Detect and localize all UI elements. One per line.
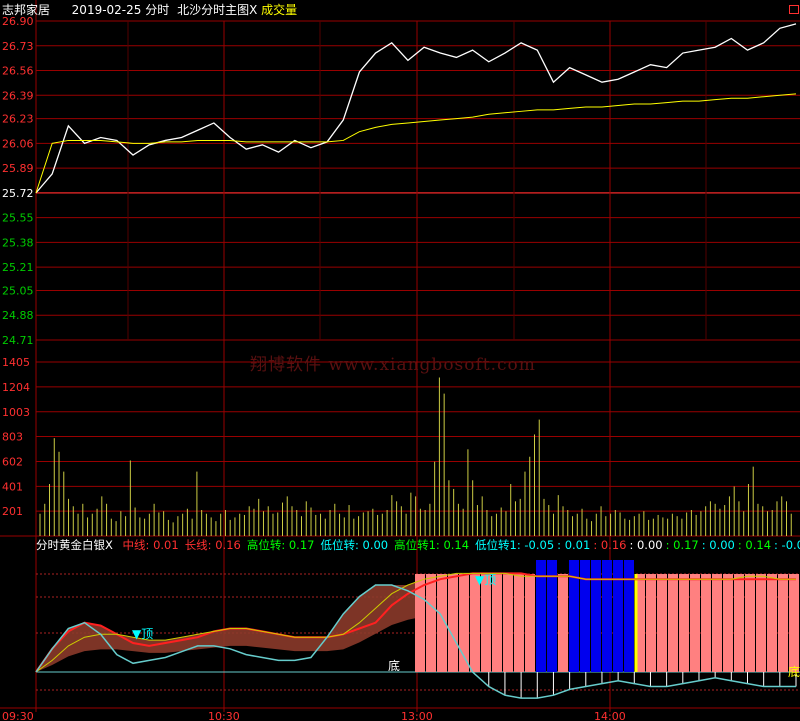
indicator-value-4: 高位转1: 0.14 [394, 538, 470, 552]
price-tick-label: 25.72 [2, 187, 34, 200]
chart-stage: 26.90 26.73 26.56 26.39 26.23 26.06 25.89 25.72… [0, 0, 800, 721]
indicator-extra-4: : 0.00 [701, 538, 735, 552]
indicator-bar [492, 574, 502, 672]
price-tick-label: 26.39 [2, 89, 34, 102]
price-series-line [35, 23, 797, 194]
indicator-bar [712, 574, 722, 672]
indicator-bar [778, 574, 788, 672]
price-tick-label: 24.88 [2, 309, 34, 322]
indicator-bar [613, 560, 623, 672]
indicator-bar [448, 574, 458, 672]
price-tick-label: 26.06 [2, 137, 34, 150]
volume-tick-label: 803 [2, 431, 23, 444]
volume-label: 成交量 [261, 3, 298, 17]
indicator-value-2: 高位转: 0.17 [246, 538, 315, 552]
stock-name: 志邦家居 [2, 3, 51, 17]
indicator-bar [767, 574, 777, 672]
price-tick-label: 25.55 [2, 212, 34, 225]
indicator-bar [657, 574, 667, 672]
bottom-signal: 底 [388, 659, 401, 673]
price-tick-label: 26.73 [2, 40, 34, 53]
indicator-bar [668, 574, 678, 672]
indicator-bar [470, 574, 480, 672]
indicator-value-0: 中线: 0.01 [122, 538, 179, 552]
indicator-value-5: 低位转1: -0.05 [475, 538, 555, 552]
volume-tick-label: 1405 [2, 356, 30, 369]
indicator-bar [789, 574, 799, 672]
top-signal-2: ▼顶 [475, 573, 497, 587]
bottom-signal-right: 底 [788, 665, 800, 679]
indicator-value-1: 长线: 0.16 [184, 538, 241, 552]
indicator-bar [558, 574, 568, 672]
volume-tick-label: 401 [2, 480, 23, 493]
indicator-bar [690, 574, 700, 672]
indicator-bar [602, 560, 612, 672]
window-icon[interactable] [789, 5, 799, 14]
price-tick-label: 24.71 [2, 334, 34, 347]
indicator-bar [745, 574, 755, 672]
price-tick-label: 25.89 [2, 162, 34, 175]
volume-tick-label: 602 [2, 455, 23, 468]
indicator-extra-2: : 0.00 [629, 538, 663, 552]
indicator-extra-3: : 0.17 [665, 538, 699, 552]
volume-tick-label: 1003 [2, 406, 30, 419]
close-icon[interactable]: X [105, 538, 113, 552]
indicator-bar [679, 574, 689, 672]
indicator-bar [580, 560, 590, 672]
top-signal: ▼顶 [132, 627, 154, 641]
watermark: 翔博软件 www.xiangbosoft.com [250, 355, 536, 375]
indicator-bar [525, 574, 535, 672]
close-icon[interactable]: X [249, 3, 257, 17]
indicator-header: 分时黄金白银X 中线: 0.01 长线: 0.16 高位转: 0.17 低位转: 0.… [36, 537, 800, 553]
indicator-bar [426, 574, 436, 672]
indicator-extra-6: : -0.05 [774, 538, 800, 552]
date-label: 2019-02-25 [71, 3, 142, 17]
indicator-extra-5: : 0.14 [737, 538, 772, 552]
mode-label: 分时 [145, 3, 170, 17]
top-marker-icon: ▼ [475, 573, 485, 587]
indicator-bar [624, 560, 634, 672]
time-tick-label: 09:30 [2, 710, 34, 721]
price-tick-label: 26.23 [2, 113, 34, 126]
price-tick-label: 26.56 [2, 65, 34, 78]
indicator-extra-0: : 0.01 [557, 538, 591, 552]
indicator-extra-1: : 0.16 [593, 538, 627, 552]
top-marker-icon: ▼ [132, 627, 142, 641]
price-tick-label: 25.21 [2, 261, 34, 274]
volume-tick-label: 201 [2, 505, 23, 518]
indicator-value-3: 低位转: 0.00 [320, 538, 389, 552]
indicator-name[interactable]: 分时黄金白银 [36, 538, 105, 552]
indicator-bar [481, 574, 491, 672]
price-tick-label: 25.38 [2, 236, 34, 249]
indicator-bar [723, 574, 733, 672]
volume-tick-label: 1204 [2, 381, 30, 394]
indicator-bar [591, 560, 601, 672]
indicator-bar [756, 574, 766, 672]
indicator-bar [734, 574, 744, 672]
indicator-bar [514, 574, 524, 672]
indicator-bar [503, 574, 513, 672]
indicator-bar [701, 574, 711, 672]
price-header: 志邦家居 2019-02-25 分时 北沙分时主图X 成交量 [2, 0, 297, 20]
indicator-name[interactable]: 北沙分时主图 [177, 3, 249, 17]
indicator-bar [646, 574, 656, 672]
price-tick-label: 25.05 [2, 284, 34, 297]
